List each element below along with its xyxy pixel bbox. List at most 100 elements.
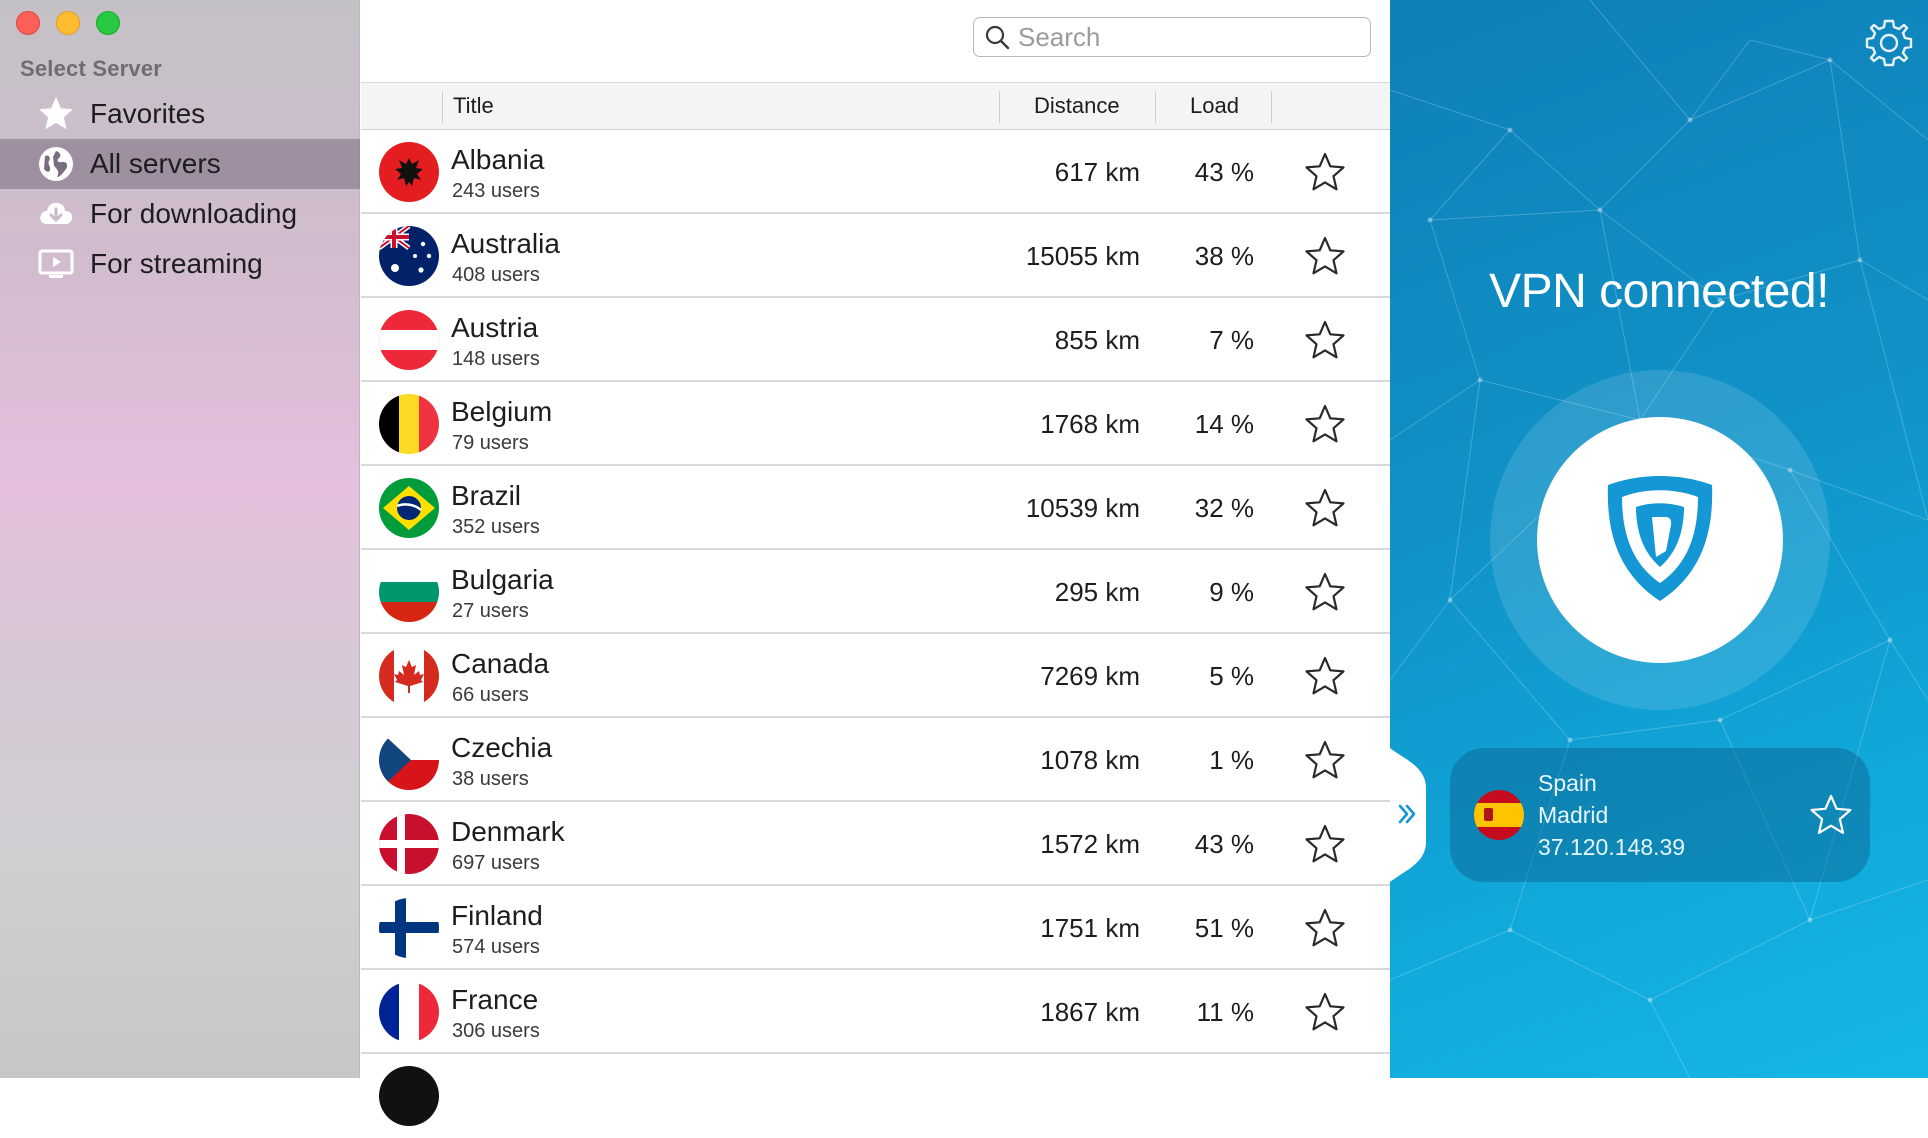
server-country: Austria bbox=[451, 312, 539, 343]
server-users: 38 users bbox=[452, 768, 529, 790]
column-header-load[interactable]: Load bbox=[1190, 93, 1239, 119]
server-distance: 295 km bbox=[1054, 577, 1140, 607]
table-row[interactable]: Czechia 38 users 1078 km 1 % bbox=[361, 718, 1390, 802]
server-load: 1 % bbox=[1209, 745, 1254, 775]
sidebar-item-for-downloading[interactable]: For downloading bbox=[0, 189, 360, 239]
favorite-star-icon[interactable] bbox=[1303, 150, 1347, 194]
server-list-panel: Title Distance Load Albania 243 users 61… bbox=[361, 0, 1390, 1138]
server-users: 697 users bbox=[452, 852, 540, 874]
server-load: 14 % bbox=[1194, 409, 1254, 439]
server-users: 66 users bbox=[452, 684, 529, 706]
tv-play-icon bbox=[36, 244, 76, 284]
server-distance: 617 km bbox=[1054, 157, 1140, 187]
server-load: 5 % bbox=[1209, 661, 1254, 691]
search-icon bbox=[985, 25, 1010, 50]
bulgaria-flag-icon bbox=[379, 562, 439, 622]
sidebar-item-all-servers[interactable]: All servers bbox=[0, 139, 360, 189]
favorite-star-icon[interactable] bbox=[1303, 990, 1347, 1034]
favorite-star-icon[interactable] bbox=[1303, 402, 1347, 446]
server-users: 408 users bbox=[452, 264, 540, 286]
server-country: Denmark bbox=[451, 816, 565, 847]
sidebar-item-label: All servers bbox=[90, 148, 221, 179]
canada-flag-icon bbox=[379, 646, 439, 706]
table-row[interactable]: Australia 408 users 15055 km 38 % bbox=[361, 214, 1390, 298]
sidebar-item-for-streaming[interactable]: For streaming bbox=[0, 239, 360, 289]
server-distance: 15055 km bbox=[1025, 241, 1140, 271]
server-distance: 10539 km bbox=[1025, 493, 1140, 523]
favorite-star-icon[interactable] bbox=[1303, 654, 1347, 698]
table-row[interactable]: Finland 574 users 1751 km 51 % bbox=[361, 886, 1390, 970]
favorite-star-icon[interactable] bbox=[1303, 486, 1347, 530]
table-row[interactable]: Albania 243 users 617 km 43 % bbox=[361, 130, 1390, 214]
server-distance: 855 km bbox=[1054, 325, 1140, 355]
server-users: 27 users bbox=[452, 600, 529, 622]
table-row[interactable]: Bulgaria 27 users 295 km 9 % bbox=[361, 550, 1390, 634]
table-row[interactable]: Canada 66 users 7269 km 5 % bbox=[361, 634, 1390, 718]
zoom-window-button[interactable] bbox=[96, 11, 120, 35]
minimize-window-button[interactable] bbox=[56, 11, 80, 35]
favorite-star-icon[interactable] bbox=[1303, 906, 1347, 950]
belgium-flag-icon bbox=[379, 394, 439, 454]
server-load: 9 % bbox=[1209, 577, 1254, 607]
server-users: 243 users bbox=[452, 180, 540, 202]
favorite-star-icon[interactable] bbox=[1303, 318, 1347, 362]
settings-gear-icon[interactable] bbox=[1862, 16, 1916, 70]
location-ip: 37.120.148.39 bbox=[1538, 834, 1686, 860]
server-users: 79 users bbox=[452, 432, 529, 454]
server-load: 43 % bbox=[1194, 157, 1254, 187]
connect-toggle-button[interactable] bbox=[1537, 417, 1783, 663]
table-header: Title Distance Load bbox=[361, 82, 1390, 130]
czechia-flag-icon bbox=[379, 730, 439, 790]
server-distance: 7269 km bbox=[1040, 661, 1140, 691]
server-users: 352 users bbox=[452, 516, 540, 538]
location-city: Madrid bbox=[1538, 802, 1609, 828]
table-row[interactable]: Belgium 79 users 1768 km 14 % bbox=[361, 382, 1390, 466]
denmark-flag-icon bbox=[379, 814, 439, 874]
globe-icon bbox=[36, 144, 76, 184]
server-country: Finland bbox=[451, 900, 543, 931]
table-row[interactable]: Austria 148 users 855 km 7 % bbox=[361, 298, 1390, 382]
column-header-title[interactable]: Title bbox=[453, 93, 494, 119]
vpn-status-text: VPN connected! bbox=[1489, 265, 1829, 318]
france-flag-icon bbox=[379, 982, 439, 1042]
server-load: 32 % bbox=[1194, 493, 1254, 523]
search-input[interactable] bbox=[1018, 21, 1358, 53]
server-users: 574 users bbox=[452, 936, 540, 958]
server-distance: 1078 km bbox=[1040, 745, 1140, 775]
table-row[interactable]: France 306 users 1867 km 11 % bbox=[361, 970, 1390, 1054]
partial-flag-icon bbox=[379, 1066, 439, 1126]
albania-flag-icon bbox=[379, 142, 439, 202]
finland-flag-icon bbox=[379, 898, 439, 958]
server-country: Czechia bbox=[451, 732, 553, 763]
server-country: Brazil bbox=[451, 480, 522, 511]
column-header-distance[interactable]: Distance bbox=[1034, 93, 1120, 119]
favorite-star-icon[interactable] bbox=[1303, 234, 1347, 278]
close-window-button[interactable] bbox=[16, 11, 40, 35]
server-country: Belgium bbox=[451, 396, 553, 427]
server-users: 306 users bbox=[452, 1020, 540, 1042]
search-box[interactable] bbox=[973, 17, 1371, 57]
star-icon bbox=[36, 94, 76, 134]
server-distance: 1572 km bbox=[1040, 829, 1140, 859]
favorite-star-icon[interactable] bbox=[1303, 570, 1347, 614]
sidebar-item-favorites[interactable]: Favorites bbox=[0, 89, 360, 139]
vpn-status-panel: VPN connected! Spain Madrid 37.120.148.3… bbox=[1390, 0, 1928, 1078]
sidebar-item-label: For downloading bbox=[90, 198, 298, 229]
spain-flag-icon bbox=[1474, 790, 1524, 840]
server-load: 7 % bbox=[1209, 325, 1254, 355]
server-users: 148 users bbox=[452, 348, 540, 370]
brazil-flag-icon bbox=[379, 478, 439, 538]
table-row[interactable]: Denmark 697 users 1572 km 43 % bbox=[361, 802, 1390, 886]
favorite-star-icon[interactable] bbox=[1303, 822, 1347, 866]
favorite-star-icon[interactable] bbox=[1303, 738, 1347, 782]
sidebar-item-label: Favorites bbox=[90, 98, 206, 129]
server-country: Bulgaria bbox=[451, 564, 554, 595]
collapse-panel-tab[interactable] bbox=[1390, 748, 1426, 882]
table-row[interactable]: Brazil 352 users 10539 km 32 % bbox=[361, 466, 1390, 550]
australia-flag-icon bbox=[379, 226, 439, 286]
table-row[interactable] bbox=[361, 1054, 1390, 1138]
sidebar: Select Server Favorites All servers For … bbox=[0, 0, 360, 1078]
server-load: 51 % bbox=[1194, 913, 1254, 943]
location-favorite-star-icon[interactable] bbox=[1808, 792, 1854, 838]
server-country: Australia bbox=[451, 228, 560, 259]
